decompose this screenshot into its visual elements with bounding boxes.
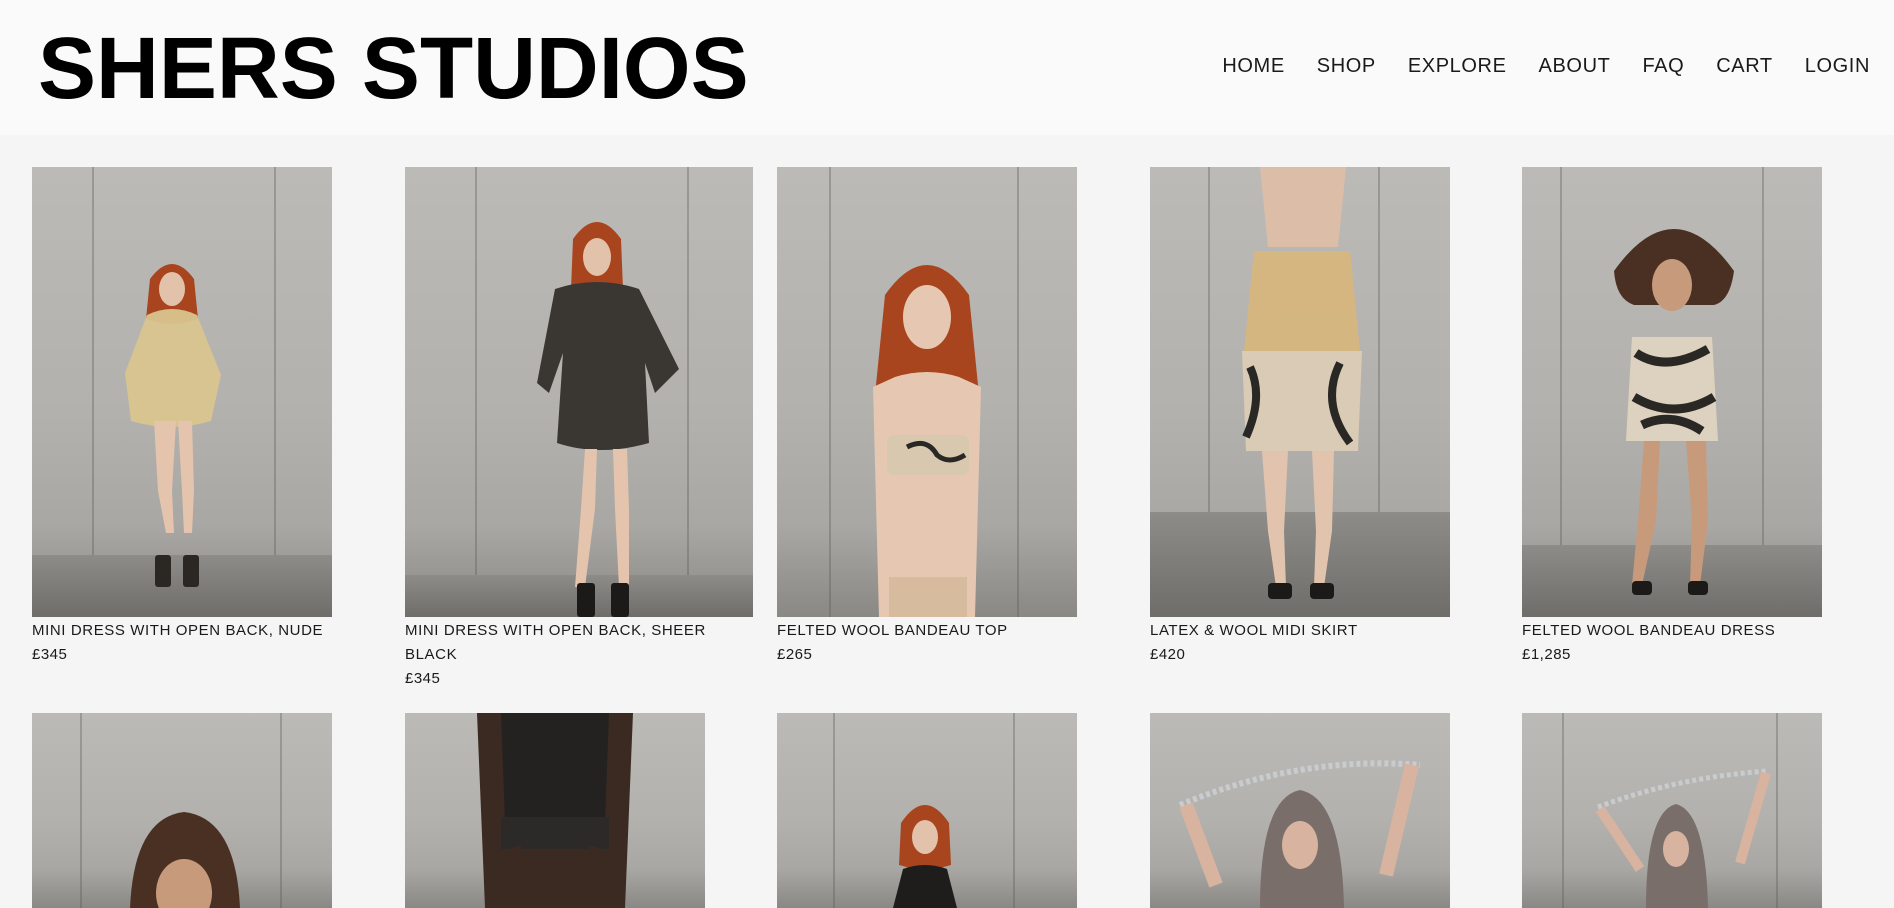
site-header: SHERS STUDIOS HOME SHOP EXPLORE ABOUT FA…: [0, 0, 1894, 135]
product-price: £265: [777, 646, 813, 663]
model-figure-icon: [477, 713, 633, 908]
model-figure-icon: [537, 222, 679, 617]
nav-shop[interactable]: SHOP: [1317, 54, 1376, 78]
main-nav: HOME SHOP EXPLORE ABOUT FAQ CART LOGIN: [1190, 54, 1870, 78]
model-figure-icon: [893, 805, 957, 908]
product-price: £1,285: [1522, 646, 1571, 663]
model-figure-icon: [1178, 760, 1421, 908]
product-image[interactable]: [1522, 713, 1822, 908]
product-card[interactable]: [405, 713, 705, 908]
product-card[interactable]: [777, 713, 1077, 908]
product-name[interactable]: FELTED WOOL BANDEAU DRESS: [1522, 619, 1822, 643]
brand-logo[interactable]: SHERS STUDIOS: [38, 24, 749, 114]
product-image[interactable]: [777, 167, 1077, 617]
model-figure-icon: [130, 812, 240, 908]
product-name[interactable]: MINI DRESS WITH OPEN BACK, SHEER BLACK: [405, 619, 753, 667]
product-name[interactable]: LATEX & WOOL MIDI SKIRT: [1150, 619, 1450, 643]
nav-login[interactable]: LOGIN: [1805, 54, 1870, 78]
product-image[interactable]: [405, 713, 705, 908]
product-card[interactable]: FELTED WOOL BANDEAU TOP £265: [777, 167, 1077, 667]
nav-home[interactable]: HOME: [1222, 54, 1284, 78]
model-figure-icon: [1595, 768, 1771, 908]
nav-faq[interactable]: FAQ: [1642, 54, 1684, 78]
product-image[interactable]: [1150, 713, 1450, 908]
model-figure-icon: [125, 264, 221, 587]
product-card[interactable]: LATEX & WOOL MIDI SKIRT £420: [1150, 167, 1450, 667]
product-name[interactable]: FELTED WOOL BANDEAU TOP: [777, 619, 1077, 643]
product-price: £345: [405, 670, 441, 687]
product-price: £345: [32, 646, 68, 663]
model-figure-icon: [1614, 229, 1734, 595]
product-image[interactable]: [405, 167, 753, 617]
model-figure-icon: [1242, 167, 1362, 599]
product-image[interactable]: [1522, 167, 1822, 617]
product-image[interactable]: [32, 167, 332, 617]
product-card[interactable]: MINI DRESS WITH OPEN BACK, SHEER BLACK £…: [405, 167, 753, 691]
product-name[interactable]: MINI DRESS WITH OPEN BACK, NUDE: [32, 619, 332, 643]
product-price: £420: [1150, 646, 1186, 663]
product-card[interactable]: [1150, 713, 1450, 908]
nav-cart[interactable]: CART: [1716, 54, 1772, 78]
product-card[interactable]: [1522, 713, 1822, 908]
product-card[interactable]: [32, 713, 332, 908]
product-card[interactable]: MINI DRESS WITH OPEN BACK, NUDE £345: [32, 167, 332, 667]
product-image[interactable]: [1150, 167, 1450, 617]
nav-about[interactable]: ABOUT: [1539, 54, 1611, 78]
model-figure-icon: [873, 265, 981, 617]
product-card[interactable]: FELTED WOOL BANDEAU DRESS £1,285: [1522, 167, 1822, 667]
product-image[interactable]: [777, 713, 1077, 908]
nav-explore[interactable]: EXPLORE: [1408, 54, 1507, 78]
product-image[interactable]: [32, 713, 332, 908]
